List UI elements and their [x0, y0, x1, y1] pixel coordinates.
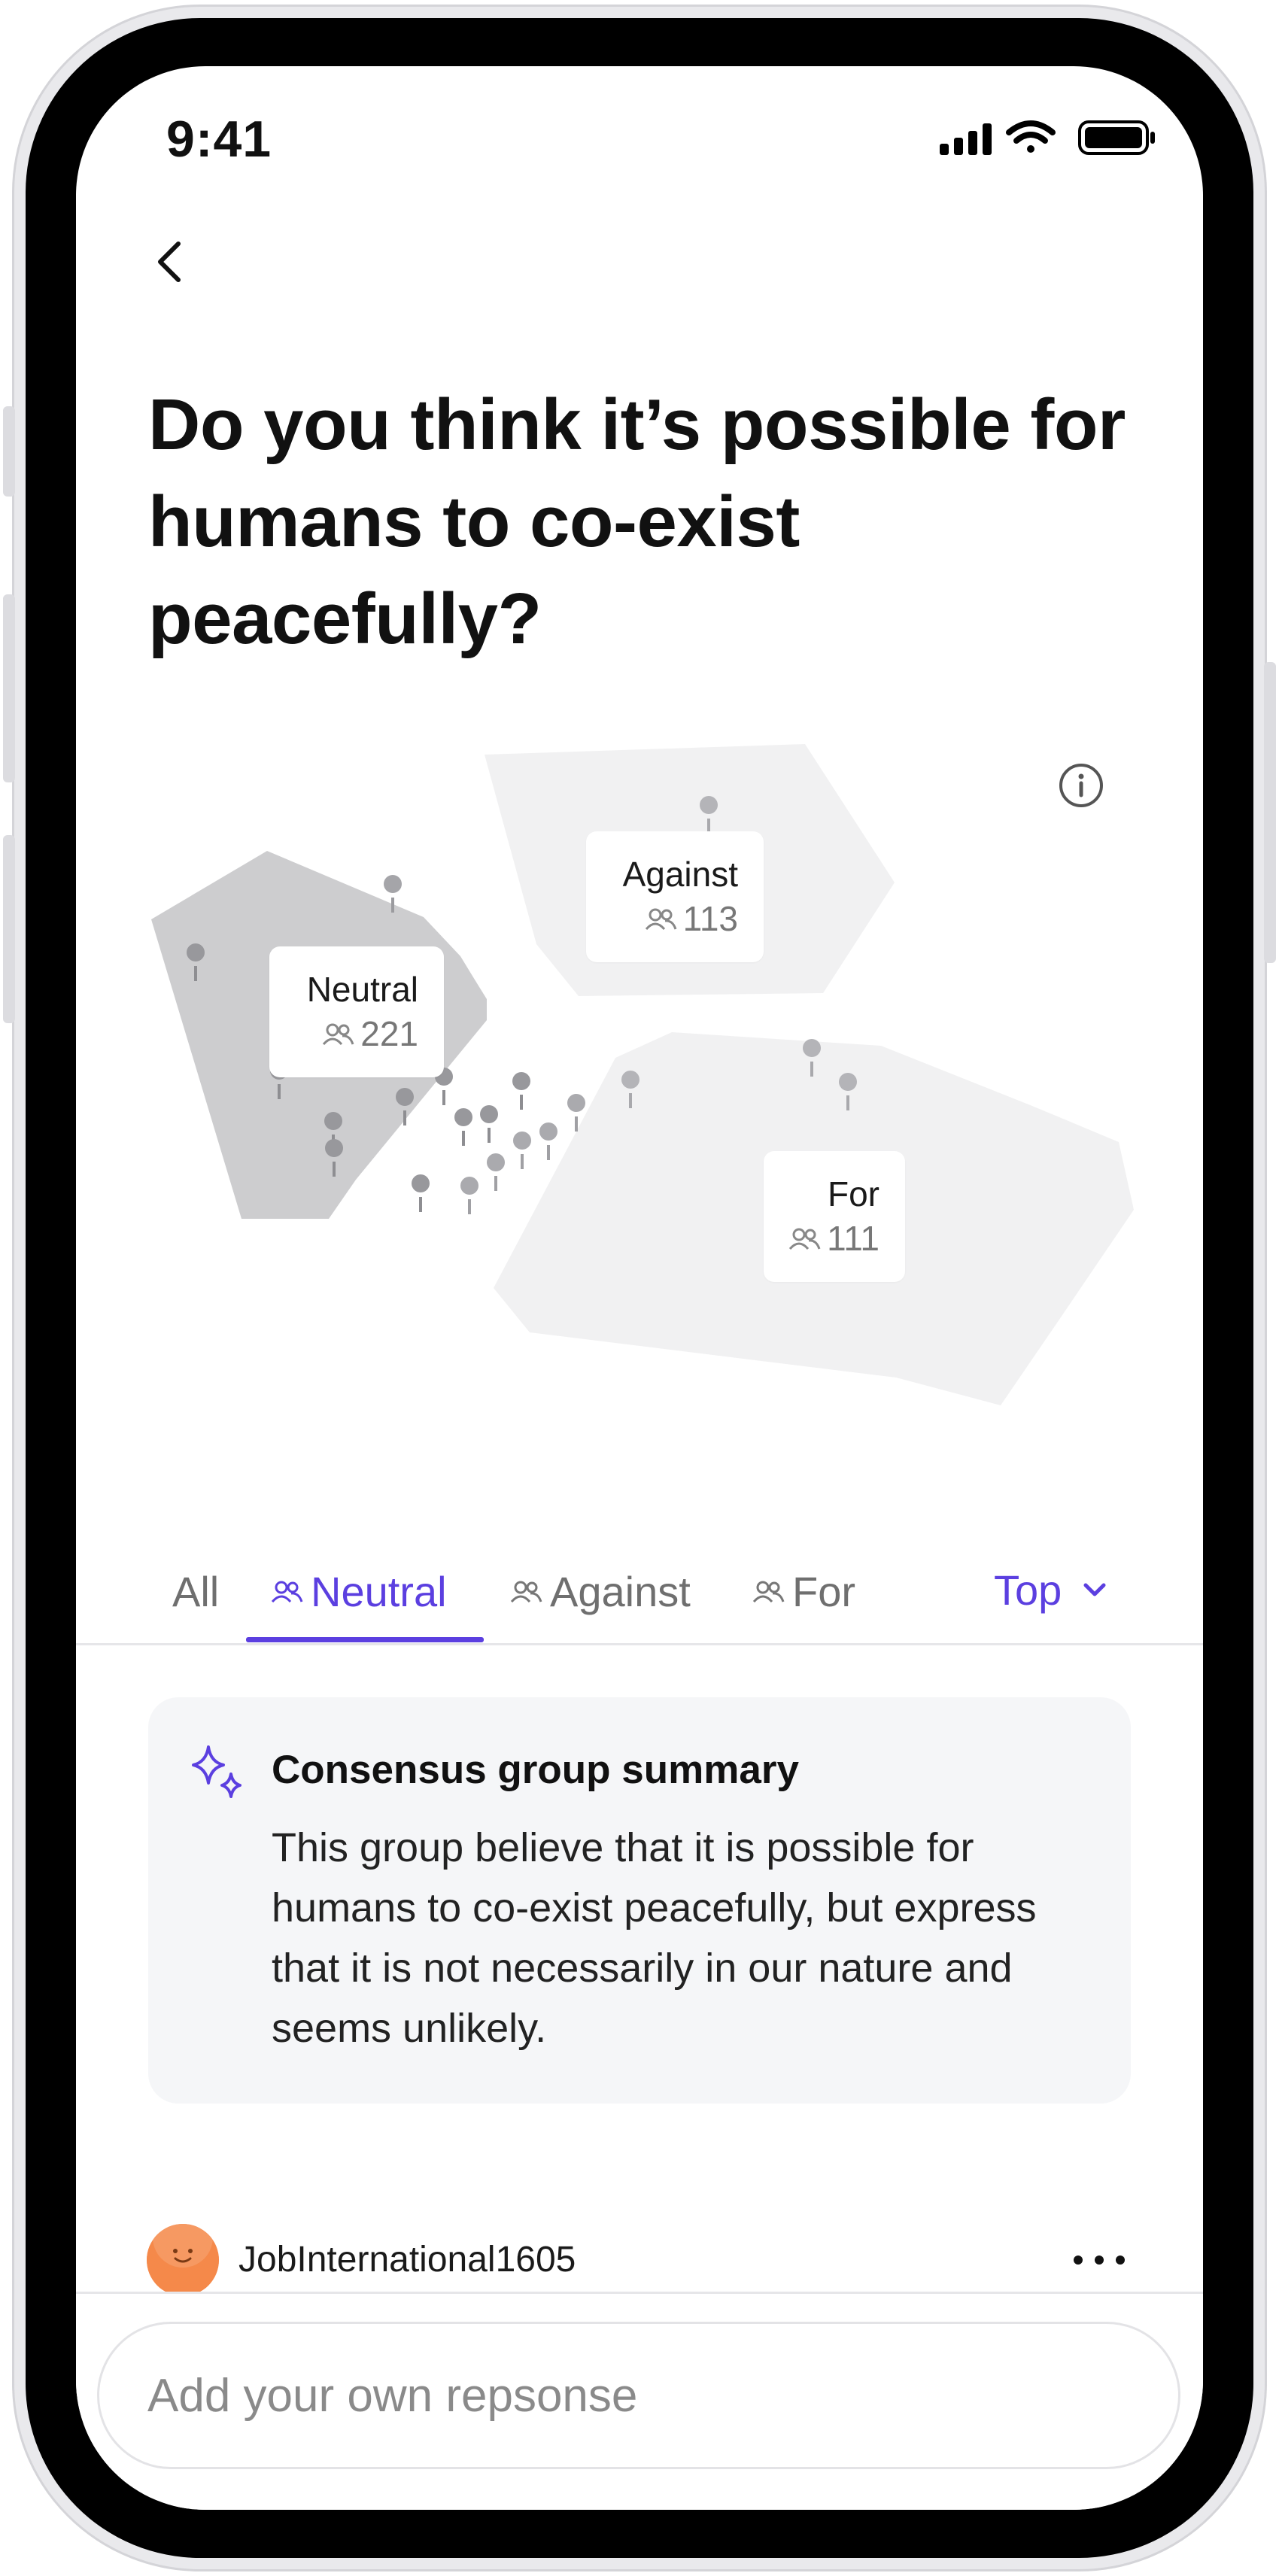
map-pin [412, 1174, 430, 1212]
sparkle-icon [192, 1745, 242, 1798]
people-icon [752, 1581, 785, 1603]
response-input[interactable] [97, 2322, 1180, 2469]
tab-label: For [792, 1567, 855, 1615]
group-label-against[interactable]: Against 113 [586, 831, 764, 962]
people-icon [510, 1581, 542, 1603]
summary-title: Consensus group summary [272, 1748, 799, 1792]
mute-switch [3, 406, 15, 497]
group-count-row: 111 [788, 1216, 880, 1261]
summary-body: This group believe that it is possible f… [272, 1825, 1037, 2051]
volume-up-button [3, 594, 15, 782]
smiley-icon [147, 2224, 219, 2296]
group-count-row: 113 [644, 896, 738, 941]
map-pin [513, 1132, 531, 1169]
info-icon[interactable] [1057, 761, 1105, 810]
tab-against[interactable]: Against [509, 1542, 691, 1640]
sort-label: Top [994, 1566, 1062, 1614]
group-count: 221 [360, 1014, 418, 1053]
more-options-icon[interactable] [1068, 2237, 1131, 2283]
group-name: Neutral [306, 970, 418, 1009]
tabs-divider [76, 1643, 1203, 1645]
group-count-row: 221 [321, 1011, 418, 1056]
tab-label: Neutral [311, 1567, 447, 1615]
map-pin [454, 1108, 472, 1146]
tab-label: All [172, 1567, 220, 1615]
map-pin [487, 1153, 505, 1191]
tab-neutral[interactable]: Neutral [270, 1542, 447, 1640]
map-pin [539, 1122, 557, 1160]
group-name: For [828, 1174, 880, 1214]
group-label-for[interactable]: For 111 [764, 1151, 905, 1282]
chevron-down-icon [1083, 1583, 1106, 1596]
map-pin [512, 1072, 530, 1110]
people-icon [645, 908, 677, 931]
people-icon [788, 1228, 821, 1250]
map-pin [480, 1105, 498, 1143]
comment-username[interactable]: JobInternational1605 [238, 2239, 576, 2280]
power-button [1264, 662, 1276, 963]
group-name: Against [622, 855, 738, 894]
sort-dropdown[interactable]: Top [994, 1542, 1110, 1637]
screen: 9:41 Do you think it’s possible for huma… [76, 66, 1203, 2510]
group-label-neutral[interactable]: Neutral 221 [269, 946, 444, 1077]
group-count: 113 [682, 899, 738, 938]
tab-label: Against [550, 1567, 691, 1615]
map-pin [460, 1177, 478, 1214]
tab-for[interactable]: For [752, 1542, 855, 1640]
people-icon [323, 1023, 354, 1046]
active-tab-indicator [246, 1637, 484, 1642]
consensus-summary-card: Consensus group summary This group belie… [148, 1697, 1131, 2104]
people-icon [271, 1581, 303, 1603]
volume-down-button [3, 835, 15, 1023]
opinion-map [151, 744, 1134, 1405]
tab-all[interactable]: All [172, 1542, 219, 1640]
group-count: 111 [827, 1219, 880, 1258]
avatar[interactable] [147, 2224, 219, 2296]
